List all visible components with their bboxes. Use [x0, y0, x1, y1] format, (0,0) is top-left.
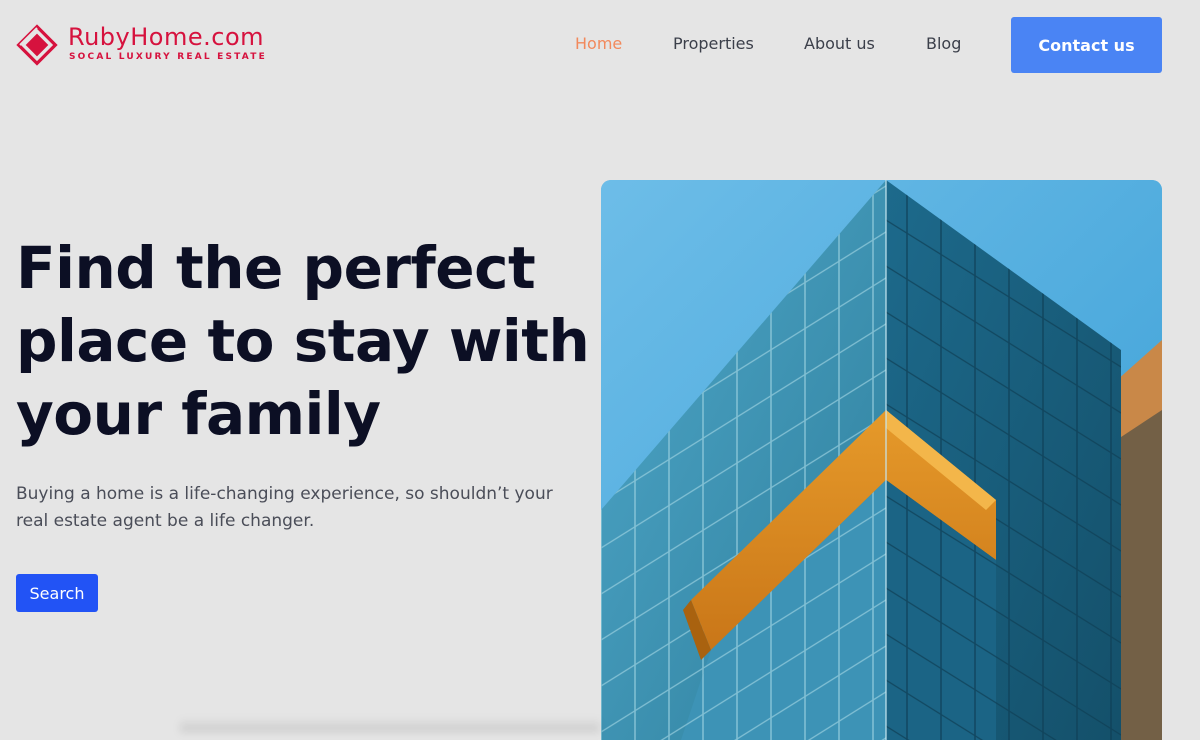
- nav-item-home[interactable]: Home: [575, 34, 622, 53]
- hero-subtitle: Buying a home is a life-changing experie…: [16, 484, 553, 531]
- hero-title: Find the perfect place to stay with your…: [16, 234, 590, 448]
- nav-item-blog[interactable]: Blog: [926, 34, 961, 53]
- glass-building-photo: [601, 180, 1162, 740]
- nav-item-properties[interactable]: Properties: [673, 34, 754, 53]
- contact-us-button[interactable]: Contact us: [1011, 17, 1162, 73]
- search-button[interactable]: Search: [16, 574, 98, 612]
- nav-item-about-us[interactable]: About us: [804, 34, 875, 53]
